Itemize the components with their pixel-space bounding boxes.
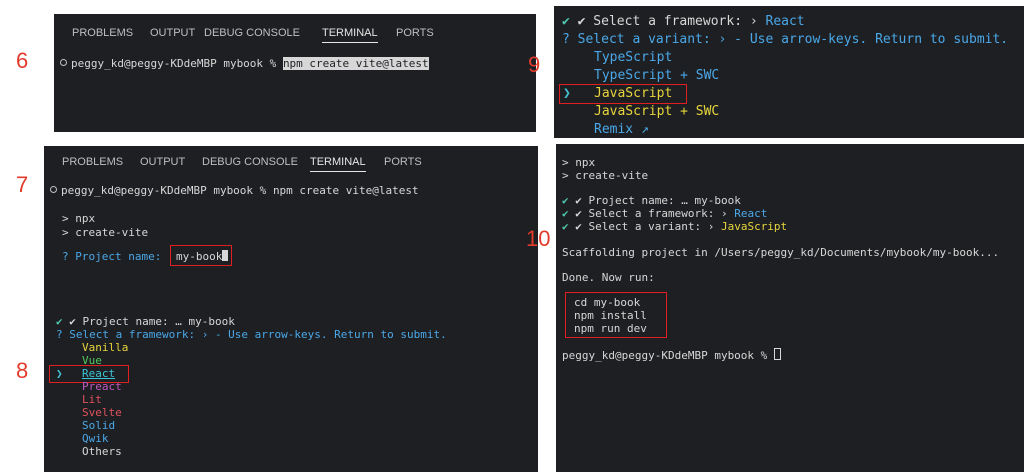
tab-debug-console[interactable]: DEBUG CONSOLE — [204, 27, 300, 39]
prompt-line: peggy_kd@peggy-KDdeMBP mybook % npm crea… — [50, 184, 419, 197]
check-icon: ✔ — [562, 220, 569, 233]
variant-option[interactable]: TypeScript — [594, 50, 672, 65]
prompt-line: peggy_kd@peggy-KDdeMBP mybook % npm crea… — [60, 57, 429, 70]
tab-problems[interactable]: PROBLEMS — [72, 27, 133, 39]
framework-option[interactable]: Solid — [82, 419, 115, 432]
framework-done: ✔ ✔ Select a framework: › React — [562, 14, 805, 29]
step-number-9: 9 — [528, 52, 541, 77]
check-icon: ✔ — [562, 194, 569, 207]
tab-terminal[interactable]: TERMINAL — [310, 156, 366, 172]
variant-option-selected[interactable]: JavaScript — [594, 86, 672, 101]
framework-label: ✔ Select a framework: › — [577, 14, 766, 29]
scaffold-line: Scaffolding project in /Users/peggy_kd/D… — [562, 246, 1000, 259]
framework-prompt: ? Select a framework: › - Use arrow-keys… — [56, 328, 447, 341]
prompt-text: peggy_kd@peggy-KDdeMBP mybook % — [71, 57, 277, 70]
command-text: npm create vite@latest — [272, 184, 419, 197]
framework-label: ✔ Select a framework: › — [575, 207, 735, 220]
terminal-panel-step7: PROBLEMS OUTPUT DEBUG CONSOLE TERMINAL P… — [44, 146, 538, 472]
framework-prompt-text: ? Select a framework: › - Use arrow-keys… — [56, 328, 447, 341]
status-circle-icon — [60, 59, 67, 66]
command-text: npm create vite@latest — [282, 57, 429, 70]
step-number-10: 10 — [526, 226, 551, 251]
framework-option-selected[interactable]: React — [82, 367, 115, 380]
tab-ports[interactable]: PORTS — [384, 156, 422, 168]
text-cursor — [773, 348, 781, 360]
pointer-icon: ❯ — [56, 367, 63, 380]
framework-option[interactable]: Others — [82, 445, 122, 458]
framework-option[interactable]: Svelte — [82, 406, 122, 419]
prompt-text: peggy_kd@peggy-KDdeMBP mybook % — [61, 184, 267, 197]
text-cursor — [222, 250, 229, 261]
create-vite-line: > create-vite — [62, 226, 149, 239]
check-icon: ✔ — [562, 14, 570, 29]
project-name-input[interactable]: my-book — [176, 250, 229, 263]
variant-option[interactable]: TypeScript + SWC — [594, 68, 719, 83]
variant-label: ✔ Select a variant: › — [575, 220, 721, 233]
status-circle-icon — [50, 186, 57, 193]
tab-debug-console[interactable]: DEBUG CONSOLE — [202, 156, 298, 168]
framework-done: ✔ ✔ Select a framework: › React — [562, 207, 767, 220]
check-icon: ✔ — [56, 315, 63, 328]
create-vite-line: > create-vite — [562, 169, 649, 182]
variant-prompt: ? Select a variant: › - Use arrow-keys. … — [562, 32, 1009, 47]
tab-output[interactable]: OUTPUT — [150, 27, 195, 39]
variant-option[interactable]: Remix ↗ — [594, 122, 649, 137]
tab-ports[interactable]: PORTS — [396, 27, 434, 39]
project-name-done: ✔ ✔ Project name: … my-book — [56, 315, 235, 328]
terminal-panel-step9: ✔ ✔ Select a framework: › React ? Select… — [554, 6, 1024, 138]
framework-option[interactable]: Lit — [82, 393, 102, 406]
project-line-text: ✔ Project name: … my-book — [69, 315, 235, 328]
project-name-prompt: ? Project name: — [62, 250, 168, 263]
tab-problems[interactable]: PROBLEMS — [62, 156, 123, 168]
npx-line: > npx — [62, 212, 96, 225]
framework-option[interactable]: Qwik — [82, 432, 109, 445]
project-name-value: my-book — [176, 250, 223, 263]
project-name-done: ✔ ✔ Project name: … my-book — [562, 194, 741, 207]
framework-value: React — [765, 14, 805, 29]
command-line: cd my-book — [574, 296, 641, 309]
command-line: npm install — [574, 309, 647, 322]
step-number-6: 6 — [16, 48, 29, 73]
tab-terminal[interactable]: TERMINAL — [322, 27, 378, 43]
framework-option[interactable]: Vanilla — [82, 341, 128, 354]
variant-value: JavaScript — [720, 220, 788, 233]
variant-done: ✔ ✔ Select a variant: › JavaScript — [562, 220, 787, 233]
prompt-text: peggy_kd@peggy-KDdeMBP mybook % — [562, 349, 768, 362]
step-number-8: 8 — [16, 358, 29, 383]
pointer-icon: ❯ — [563, 86, 571, 101]
done-line: Done. Now run: — [562, 271, 655, 284]
project-line-text: ✔ Project name: … my-book — [575, 194, 741, 207]
variant-option[interactable]: JavaScript + SWC — [594, 104, 719, 119]
framework-option[interactable]: Preact — [82, 380, 122, 393]
final-prompt-line[interactable]: peggy_kd@peggy-KDdeMBP mybook % — [562, 348, 781, 362]
terminal-panel-step6: PROBLEMS OUTPUT DEBUG CONSOLE TERMINAL P… — [54, 14, 536, 132]
check-icon: ✔ — [562, 207, 569, 220]
framework-value: React — [734, 207, 768, 220]
terminal-panel-step10: > npx > create-vite ✔ ✔ Project name: … … — [556, 144, 1024, 472]
tab-output[interactable]: OUTPUT — [140, 156, 185, 168]
command-line: npm run dev — [574, 322, 647, 335]
step-number-7: 7 — [16, 172, 29, 197]
npx-line: > npx — [562, 156, 596, 169]
project-name-label: ? Project name: — [62, 250, 168, 263]
